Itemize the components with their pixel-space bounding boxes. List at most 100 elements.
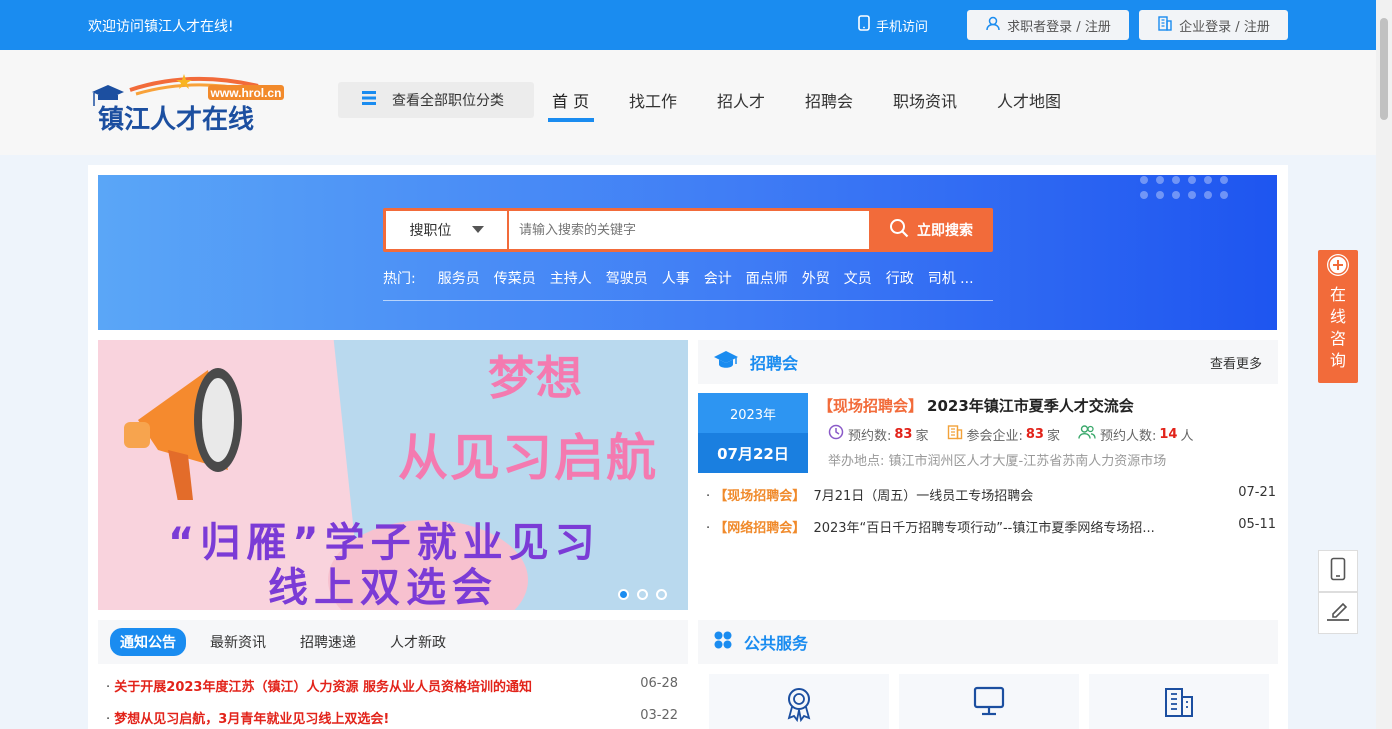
float-mobile-button[interactable] [1318,550,1358,592]
nav-career-news[interactable]: 职场资讯 [893,88,957,112]
building-icon [1157,15,1173,35]
fair-list-date: 05-11 [1238,517,1276,532]
hot-keyword[interactable]: 外贸 [802,268,830,288]
float-feedback-button[interactable] [1318,592,1358,634]
jobseeker-login-label: 求职者登录 / 注册 [1007,19,1111,35]
featured-fair-stats: 预约数: 83 家 参会企业: 83 家 预约人数: 14 人 [828,424,1194,444]
news-item[interactable]: · 梦想从见习启航，3月青年就业见习线上双选会! 03-22 [106,708,678,727]
online-consult-button[interactable]: 在 线 咨 询 [1318,250,1358,383]
carousel-dot[interactable] [656,589,667,600]
fair-year: 2023年 [698,393,808,433]
fair-list-title: 2023年“百日千万招聘专项行动”--镇江市夏季网络专场招... [813,521,1155,536]
service-card[interactable] [899,674,1079,729]
edit-icon [1325,599,1351,627]
news-tabs: 通知公告 最新资讯 招聘速递 人才新政 [98,620,688,664]
hot-divider [383,300,993,301]
hot-keywords: 热门: 服务员 传菜员 主持人 驾驶员 人事 会计 面点师 外贸 文员 行政 司… [383,268,988,288]
reserve-unit: 家 [915,428,929,444]
search-hero [98,175,1277,330]
search-bar: 搜职位 立即搜索 [383,208,993,252]
company-building-icon [947,424,963,444]
jobseeker-login-button[interactable]: 求职者登录 / 注册 [967,10,1129,40]
nav-find-job[interactable]: 找工作 [629,88,677,112]
banner-subtitle-2: 线上双选会 [268,565,498,610]
hot-keyword[interactable]: 司机 ... [928,268,974,288]
job-fair-more-link[interactable]: 查看更多 [1210,353,1262,372]
services-header: 公共服务 [698,620,1278,664]
news-section: 通知公告 最新资讯 招聘速递 人才新政 · 关于开展2023年度江苏（镇江）人力… [98,620,688,729]
mobile-access-label: 手机访问 [876,19,929,35]
banner-carousel[interactable]: 梦想 从见习启航 “归雁”学子就业见习 线上双选会 [98,340,688,610]
clock-icon [828,424,844,444]
featured-fair-link[interactable]: 【现场招聘会】 2023年镇江市夏季人才交流会 [818,395,1134,416]
hot-label: 热门: [383,271,416,287]
hot-keyword[interactable]: 行政 [886,268,914,288]
fair-list-date: 07-21 [1238,485,1276,500]
nav-job-fair[interactable]: 招聘会 [805,88,853,112]
monitor-icon [973,686,1005,729]
tab-latest-news[interactable]: 最新资讯 [210,632,266,652]
reserve-count: 83 [894,426,913,442]
tab-recruit-express[interactable]: 招聘速递 [300,632,356,652]
menu-icon [362,91,378,109]
fair-list-tag: 【网络招聘会】 [714,521,806,536]
company-unit: 家 [1046,428,1060,444]
fair-list-row[interactable]: · 【现场招聘会】 7月21日（周五）一线员工专场招聘会 07-21 [706,485,1276,504]
fair-list-tag: 【现场招聘会】 [714,489,806,504]
page-scrollbar-thumb[interactable] [1380,18,1388,120]
graduation-cap-icon [714,350,738,374]
smartphone-icon [1330,557,1346,585]
site-logo[interactable]: www.hrol.cn 镇江人才在线 [90,72,290,135]
hot-keyword[interactable]: 主持人 [550,268,592,288]
public-services-section: 公共服务 [698,620,1278,729]
hot-keyword[interactable]: 会计 [704,268,732,288]
nav-hire-talent[interactable]: 招人才 [717,88,765,112]
fair-date-badge: 2023年 07月22日 [698,393,808,473]
user-icon [985,15,1001,35]
grid-icon [714,631,732,653]
hot-keyword[interactable]: 人事 [662,268,690,288]
welcome-text: 欢迎访问镇江人才在线! [88,19,234,35]
featured-fair-tag: 【现场招聘会】 [818,397,924,415]
all-categories-button[interactable]: 查看全部职位分类 [338,82,534,118]
search-type-select[interactable]: 搜职位 [386,211,507,249]
office-building-icon [1163,686,1195,729]
search-button[interactable]: 立即搜索 [869,208,993,252]
nav-talent-map[interactable]: 人才地图 [997,88,1061,112]
company-label: 参会企业: [966,428,1023,444]
hot-keyword[interactable]: 驾驶员 [606,268,648,288]
news-item-title: 梦想从见习启航，3月青年就业见习线上双选会! [114,712,390,727]
service-card[interactable] [709,674,889,729]
users-icon [1078,424,1096,444]
hot-keyword[interactable]: 服务员 [438,268,480,288]
nav-home[interactable]: 首 页 [552,88,589,112]
services-title: 公共服务 [744,634,809,653]
company-login-label: 企业登录 / 注册 [1179,19,1270,35]
online-consult-label: 在 线 咨 询 [1329,285,1346,370]
news-item[interactable]: · 关于开展2023年度江苏（镇江）人力资源 服务从业人员资格培训的通知 06-… [106,676,678,695]
service-card[interactable] [1089,674,1269,729]
carousel-dot[interactable] [618,589,629,600]
caret-down-icon [471,222,484,238]
mobile-access-link[interactable]: 手机访问 [858,15,928,35]
people-unit: 人 [1180,428,1194,444]
fair-date: 07月22日 [698,433,808,473]
hot-keyword[interactable]: 文员 [844,268,872,288]
fair-list-row[interactable]: · 【网络招聘会】 2023年“百日千万招聘专项行动”--镇江市夏季网络专场招.… [706,517,1276,536]
tab-notices[interactable]: 通知公告 [110,628,186,656]
hot-keyword[interactable]: 面点师 [746,268,788,288]
search-input[interactable] [509,211,869,249]
featured-fair-location: 举办地点: 镇江市润州区人才大厦-江苏省苏南人力资源市场 [828,454,1167,469]
tab-talent-policy[interactable]: 人才新政 [390,632,446,652]
all-categories-label: 查看全部职位分类 [392,93,504,109]
award-icon [783,686,815,729]
nav-active-underline [548,118,594,122]
hot-keyword[interactable]: 传菜员 [494,268,536,288]
company-login-button[interactable]: 企业登录 / 注册 [1139,10,1288,40]
job-fair-section: 招聘会 查看更多 2023年 07月22日 【现场招聘会】 2023年镇江市夏季… [698,340,1278,610]
search-type-label: 搜职位 [409,223,452,239]
news-item-date: 03-22 [640,708,678,723]
carousel-dot[interactable] [637,589,648,600]
phone-icon [858,15,870,35]
decor-dots [1140,176,1228,199]
